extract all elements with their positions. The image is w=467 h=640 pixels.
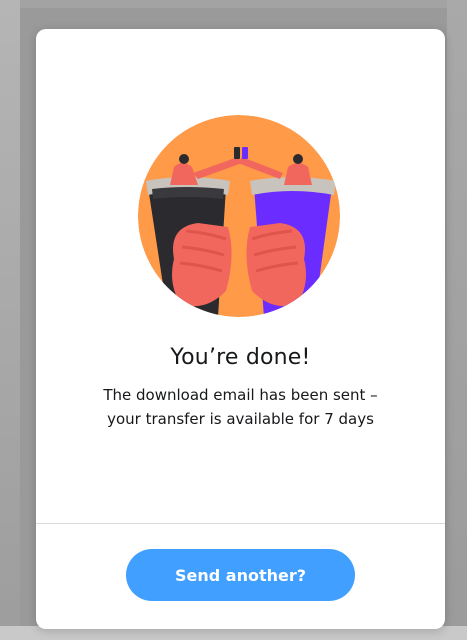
success-message-line-1: The download email has been sent – — [103, 386, 378, 404]
backdrop-left — [0, 0, 20, 640]
send-another-button[interactable]: Send another? — [126, 549, 355, 601]
celebration-illustration-icon — [138, 115, 340, 317]
success-message: The download email has been sent – your … — [66, 383, 415, 431]
success-title: You’re done! — [170, 345, 311, 370]
success-message-line-2: your transfer is available for 7 days — [107, 410, 374, 428]
backdrop-right — [447, 0, 467, 640]
footer-divider — [36, 523, 445, 524]
backdrop-top — [0, 0, 467, 8]
success-modal: You’re done! The download email has been… — [36, 29, 445, 629]
